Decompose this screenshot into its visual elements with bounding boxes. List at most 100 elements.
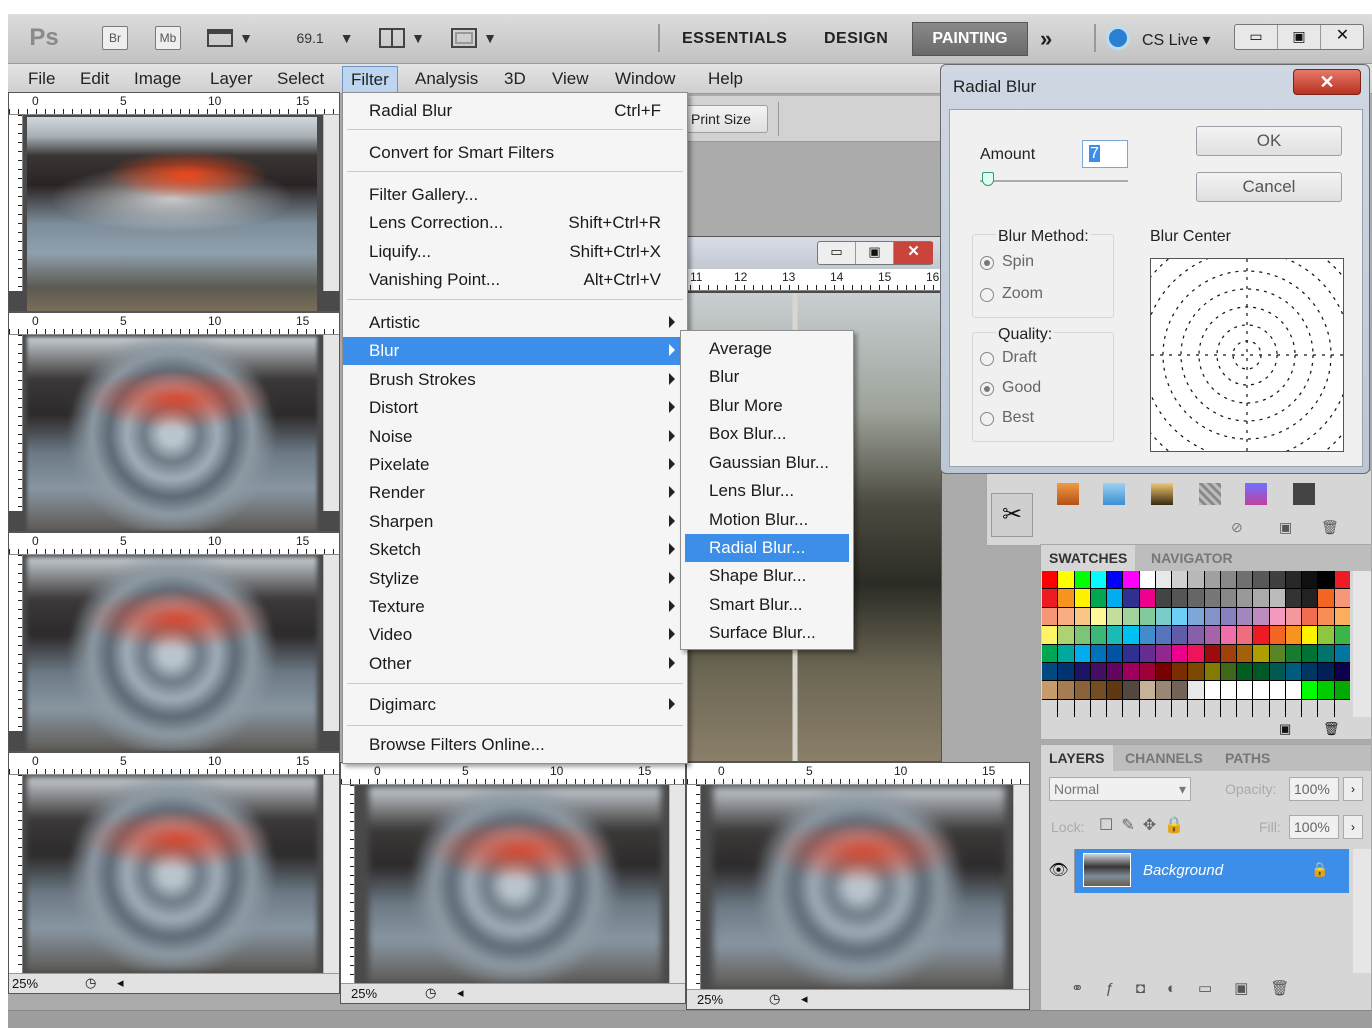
color-swatch[interactable] [1302, 681, 1318, 699]
trash-icon[interactable]: 🗑 [1323, 721, 1340, 737]
color-swatch[interactable] [1123, 571, 1139, 589]
color-swatch[interactable] [1139, 589, 1155, 607]
color-swatch[interactable] [1123, 589, 1139, 607]
color-swatch[interactable] [1285, 589, 1302, 607]
close-icon[interactable]: ✕ [1293, 69, 1361, 95]
color-swatch[interactable] [1139, 662, 1155, 681]
document-window-2[interactable]: 0 5 10 15 [8, 312, 340, 532]
submenu-item-radial-blur[interactable]: Radial Blur... [685, 534, 849, 562]
vertical-scrollbar[interactable] [323, 115, 339, 291]
color-swatch[interactable] [1334, 662, 1350, 681]
color-swatch[interactable] [1058, 662, 1074, 681]
submenu-item-lens-blur[interactable]: Lens Blur... [681, 477, 853, 505]
color-swatch[interactable] [1074, 626, 1090, 644]
style-swatch[interactable] [1103, 483, 1125, 505]
color-swatch[interactable] [1058, 607, 1074, 626]
color-swatch[interactable] [1155, 681, 1172, 699]
color-swatch[interactable] [1220, 699, 1237, 717]
color-swatch[interactable] [1204, 571, 1220, 589]
arrange-documents-button[interactable]: ▼ [376, 24, 428, 52]
vertical-scrollbar[interactable] [1353, 849, 1371, 973]
color-swatch[interactable] [1220, 681, 1237, 699]
tab-navigator[interactable]: NAVIGATOR [1143, 545, 1241, 571]
color-swatch[interactable] [1204, 644, 1220, 662]
menu-item-last-filter[interactable]: Radial Blur Ctrl+F [343, 97, 687, 125]
amount-slider-thumb[interactable] [982, 172, 994, 186]
workspace-design[interactable]: DESIGN [824, 30, 888, 48]
layer-row-background[interactable]: 👁 Background 🔒 [1043, 849, 1349, 893]
color-swatch[interactable] [1220, 626, 1237, 644]
style-swatch[interactable] [1057, 483, 1079, 505]
color-swatch[interactable] [1237, 589, 1253, 607]
menu-view[interactable]: View [552, 69, 589, 89]
style-swatch[interactable] [1245, 483, 1267, 505]
menu-item-filter-gallery[interactable]: Filter Gallery... [343, 181, 687, 209]
maximize-icon[interactable]: ▣ [1278, 25, 1321, 49]
layer-name[interactable]: Background [1143, 862, 1223, 879]
color-swatch[interactable] [1090, 607, 1107, 626]
fill-input[interactable]: 100% [1289, 815, 1339, 839]
color-swatch[interactable] [1058, 644, 1074, 662]
color-swatch[interactable] [1172, 644, 1188, 662]
menu-item-noise[interactable]: Noise [343, 423, 687, 451]
submenu-item-shape-blur[interactable]: Shape Blur... [681, 562, 853, 590]
zoom-readout[interactable]: 25% [351, 986, 377, 1001]
workspace-painting[interactable]: PAINTING [912, 22, 1028, 56]
color-swatch[interactable] [1220, 607, 1237, 626]
color-swatch[interactable] [1334, 681, 1350, 699]
color-swatch[interactable] [1318, 662, 1334, 681]
color-swatch[interactable] [1204, 681, 1220, 699]
menu-item-browse-filters-online[interactable]: Browse Filters Online... [343, 731, 687, 759]
color-swatch[interactable] [1107, 644, 1123, 662]
color-swatch[interactable] [1172, 681, 1188, 699]
color-swatch[interactable] [1123, 662, 1139, 681]
menu-item-convert-smart-filters[interactable]: Convert for Smart Filters [343, 139, 687, 167]
color-swatch[interactable] [1074, 571, 1090, 589]
radio-good[interactable] [980, 382, 994, 396]
submenu-item-surface-blur[interactable]: Surface Blur... [681, 619, 853, 647]
menu-item-pixelate[interactable]: Pixelate [343, 451, 687, 479]
color-swatch[interactable] [1237, 699, 1253, 717]
document-window-1[interactable]: 0 5 10 15 [8, 92, 340, 312]
layers-footer-icons[interactable]: ⚭ƒ◘◐▭▣🗑 [1071, 979, 1311, 997]
menu-item-video[interactable]: Video [343, 621, 687, 649]
close-icon[interactable]: ✕ [894, 242, 933, 264]
color-swatch[interactable] [1253, 644, 1269, 662]
color-swatch[interactable] [1318, 644, 1334, 662]
color-swatch[interactable] [1269, 662, 1285, 681]
color-swatch[interactable] [1042, 571, 1058, 589]
new-swatch-icon[interactable]: ▣ [1279, 721, 1291, 737]
color-swatch[interactable] [1090, 571, 1107, 589]
status-menu-icon[interactable]: ◷ [85, 975, 96, 991]
color-swatch[interactable] [1204, 607, 1220, 626]
color-swatch[interactable] [1123, 607, 1139, 626]
lock-icons[interactable]: ☐✎✥🔒 [1099, 815, 1192, 835]
status-menu-icon[interactable]: ◷ [769, 991, 780, 1007]
color-swatch[interactable] [1334, 644, 1350, 662]
menu-item-digimarc[interactable]: Digimarc [343, 691, 687, 719]
color-swatch[interactable] [1334, 571, 1350, 589]
color-swatch[interactable] [1172, 571, 1188, 589]
menu-analysis[interactable]: Analysis [415, 69, 478, 89]
visibility-eye-icon[interactable]: 👁 [1043, 849, 1075, 893]
menu-item-lens-correction[interactable]: Lens Correction... Shift+Ctrl+R [343, 209, 687, 237]
menu-window[interactable]: Window [615, 69, 675, 89]
color-swatch[interactable] [1302, 589, 1318, 607]
color-swatch[interactable] [1302, 662, 1318, 681]
color-swatch[interactable] [1269, 699, 1285, 717]
color-swatch[interactable] [1220, 662, 1237, 681]
menu-help[interactable]: Help [708, 69, 743, 89]
color-swatch[interactable] [1204, 589, 1220, 607]
color-swatch[interactable] [1155, 571, 1172, 589]
color-swatch[interactable] [1155, 607, 1172, 626]
color-swatch[interactable] [1042, 607, 1058, 626]
color-swatch[interactable] [1155, 589, 1172, 607]
radio-draft[interactable] [980, 352, 994, 366]
submenu-item-motion-blur[interactable]: Motion Blur... [681, 506, 853, 534]
color-swatch[interactable] [1285, 662, 1302, 681]
color-swatch[interactable] [1074, 589, 1090, 607]
scroll-left-icon[interactable]: ◂ [801, 991, 808, 1007]
color-swatch[interactable] [1204, 662, 1220, 681]
color-swatch[interactable] [1074, 607, 1090, 626]
vertical-scrollbar[interactable] [323, 555, 339, 731]
